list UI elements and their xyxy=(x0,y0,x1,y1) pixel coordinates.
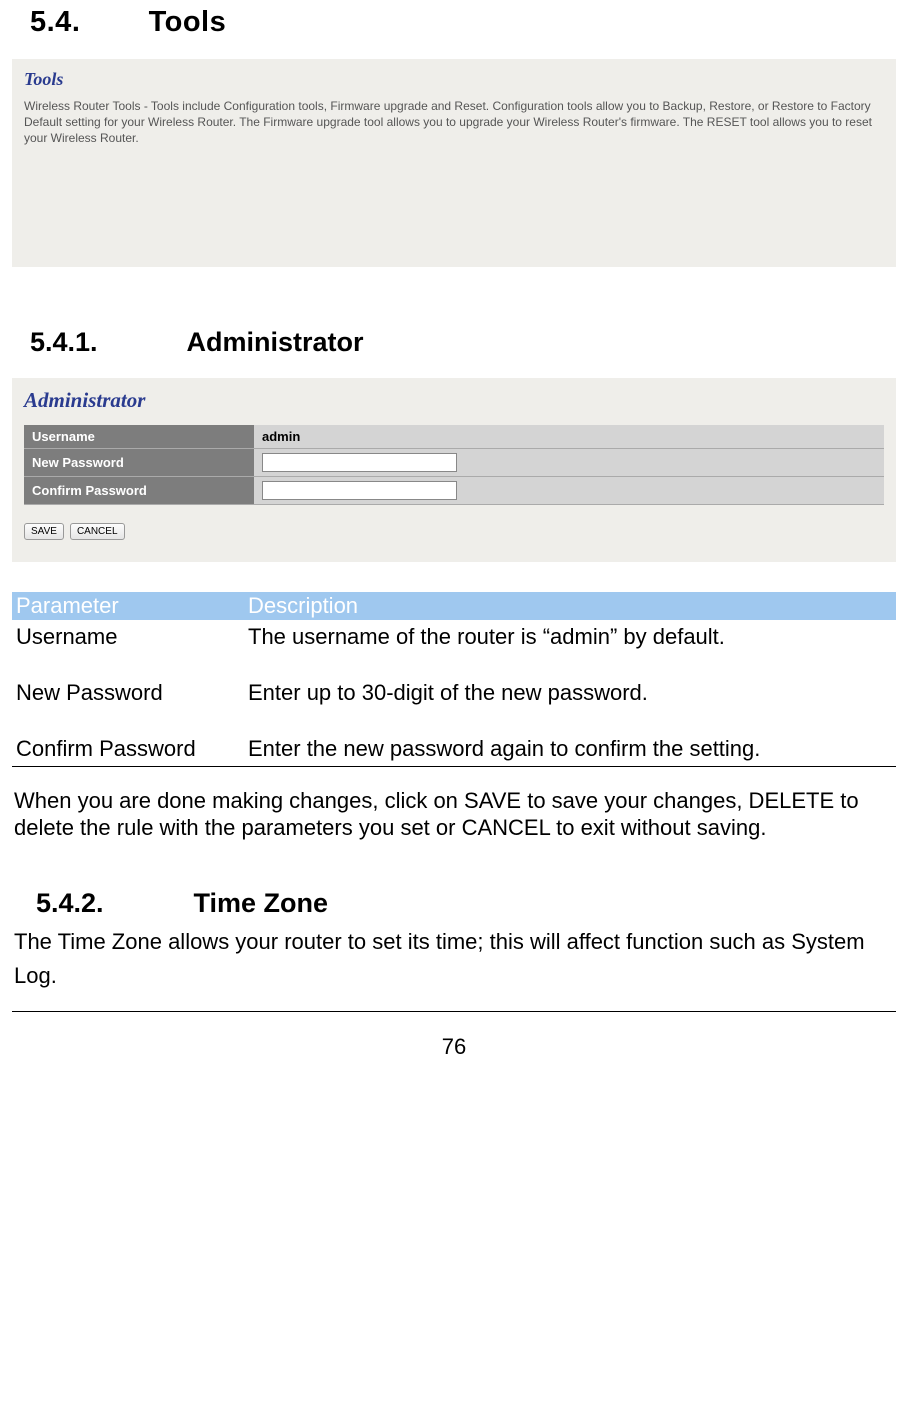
table-row: Username The username of the router is “… xyxy=(12,620,896,654)
form-label: Username xyxy=(24,425,254,449)
subsection-heading-timezone: 5.4.2. Time Zone xyxy=(12,852,896,925)
desc-cell: Enter up to 30-digit of the new password… xyxy=(244,676,896,710)
desc-cell: Enter the new password again to confirm … xyxy=(244,732,896,767)
form-value-cell: admin xyxy=(254,425,884,449)
table-spacer xyxy=(12,710,896,732)
parameter-description-table: Parameter Description Username The usern… xyxy=(12,592,896,767)
table-row: New Password Enter up to 30-digit of the… xyxy=(12,676,896,710)
subsection-number: 5.4.1. xyxy=(30,327,180,358)
form-row-username: Username admin xyxy=(24,425,884,449)
tools-panel-description: Wireless Router Tools - Tools include Co… xyxy=(24,98,884,147)
subsection-title: Time Zone xyxy=(194,888,329,918)
username-value: admin xyxy=(262,429,300,444)
header-description: Description xyxy=(244,592,896,620)
form-value-cell xyxy=(254,476,884,504)
form-row-confirm-password: Confirm Password xyxy=(24,476,884,504)
header-parameter: Parameter xyxy=(12,592,244,620)
section-number: 5.4. xyxy=(30,6,140,39)
instructions-paragraph: When you are done making changes, click … xyxy=(12,773,896,852)
subsection-heading-administrator: 5.4.1. Administrator xyxy=(12,307,896,378)
form-value-cell xyxy=(254,448,884,476)
save-button[interactable]: SAVE xyxy=(24,523,64,540)
administrator-form-table: Username admin New Password Confirm Pass… xyxy=(24,425,884,505)
new-password-input[interactable] xyxy=(262,453,457,472)
table-row: Confirm Password Enter the new password … xyxy=(12,732,896,767)
param-cell: Username xyxy=(12,620,244,654)
subsection-number: 5.4.2. xyxy=(36,888,186,919)
tools-panel-title: Tools xyxy=(24,69,884,90)
form-label: Confirm Password xyxy=(24,476,254,504)
footer-divider xyxy=(12,1011,896,1012)
administrator-panel: Administrator Username admin New Passwor… xyxy=(12,378,896,562)
param-cell: New Password xyxy=(12,676,244,710)
administrator-panel-title: Administrator xyxy=(24,388,884,413)
timezone-description: The Time Zone allows your router to set … xyxy=(12,925,896,1005)
confirm-password-input[interactable] xyxy=(262,481,457,500)
table-header-row: Parameter Description xyxy=(12,592,896,620)
tools-panel: Tools Wireless Router Tools - Tools incl… xyxy=(12,59,896,267)
param-cell: Confirm Password xyxy=(12,732,244,767)
section-title: Tools xyxy=(149,6,227,38)
table-spacer xyxy=(12,654,896,676)
page-number: 76 xyxy=(12,1034,896,1068)
subsection-title: Administrator xyxy=(187,327,364,357)
desc-cell: The username of the router is “admin” by… xyxy=(244,620,896,654)
cancel-button[interactable]: CANCEL xyxy=(70,523,125,540)
form-label: New Password xyxy=(24,448,254,476)
button-row: SAVE CANCEL xyxy=(24,523,884,540)
form-row-new-password: New Password xyxy=(24,448,884,476)
section-heading-tools: 5.4. Tools xyxy=(12,0,896,59)
